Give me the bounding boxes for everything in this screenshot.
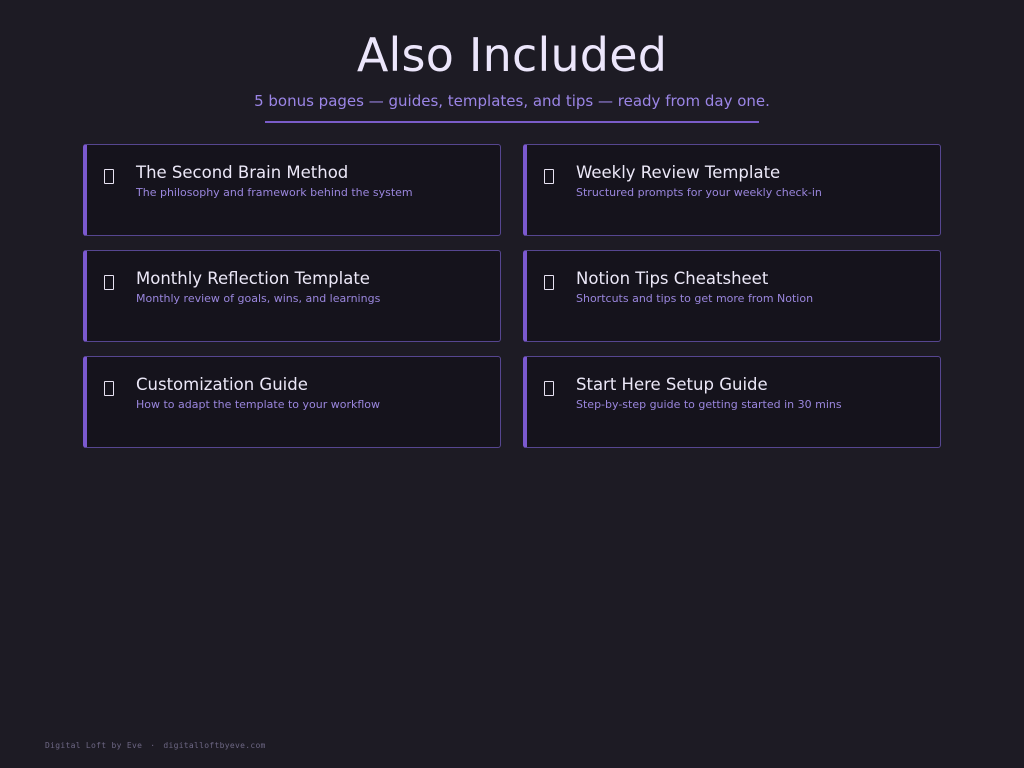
card-title: Start Here Setup Guide bbox=[576, 375, 768, 394]
page-subtitle: 5 bonus pages — guides, templates, and t… bbox=[254, 92, 770, 110]
card-title: Notion Tips Cheatsheet bbox=[576, 269, 769, 288]
card-description: Step-by-step guide to getting started in… bbox=[576, 398, 842, 411]
page-icon bbox=[544, 169, 554, 184]
card-description: Structured prompts for your weekly check… bbox=[576, 186, 822, 199]
card-title: Customization Guide bbox=[136, 375, 308, 394]
page-title: Also Included bbox=[356, 28, 668, 82]
footer-brand: Digital Loft by Eve bbox=[45, 741, 143, 750]
card-description: The philosophy and framework behind the … bbox=[136, 186, 413, 199]
page-icon bbox=[544, 381, 554, 396]
card-title: The Second Brain Method bbox=[136, 163, 349, 182]
bonus-card-notion-tips-cheatsheet[interactable]: Notion Tips Cheatsheet Shortcuts and tip… bbox=[523, 250, 941, 342]
bonus-card-monthly-reflection-template[interactable]: Monthly Reflection Template Monthly revi… bbox=[83, 250, 501, 342]
bonus-card-weekly-review-template[interactable]: Weekly Review Template Structured prompt… bbox=[523, 144, 941, 236]
card-title: Weekly Review Template bbox=[576, 163, 781, 182]
card-title: Monthly Reflection Template bbox=[136, 269, 370, 288]
bonus-card-start-here-setup-guide[interactable]: Start Here Setup Guide Step-by-step guid… bbox=[523, 356, 941, 448]
bonus-card-second-brain-method[interactable]: The Second Brain Method The philosophy a… bbox=[83, 144, 501, 236]
card-description: How to adapt the template to your workfl… bbox=[136, 398, 381, 411]
card-description: Monthly review of goals, wins, and learn… bbox=[136, 292, 381, 305]
footer-separator: · bbox=[150, 741, 156, 750]
page-icon bbox=[104, 169, 114, 184]
footer-url-link[interactable]: digitalloftbyeve.com bbox=[163, 741, 265, 750]
subtitle-divider bbox=[265, 121, 759, 123]
page-icon bbox=[104, 381, 114, 396]
page-icon bbox=[544, 275, 554, 290]
card-description: Shortcuts and tips to get more from Noti… bbox=[576, 292, 814, 305]
footer: Digital Loft by Eve · digitalloftbyeve.com bbox=[45, 741, 266, 751]
page: Also Included 5 bonus pages — guides, te… bbox=[0, 0, 1024, 768]
page-icon bbox=[104, 275, 114, 290]
bonus-card-customization-guide[interactable]: Customization Guide How to adapt the tem… bbox=[83, 356, 501, 448]
